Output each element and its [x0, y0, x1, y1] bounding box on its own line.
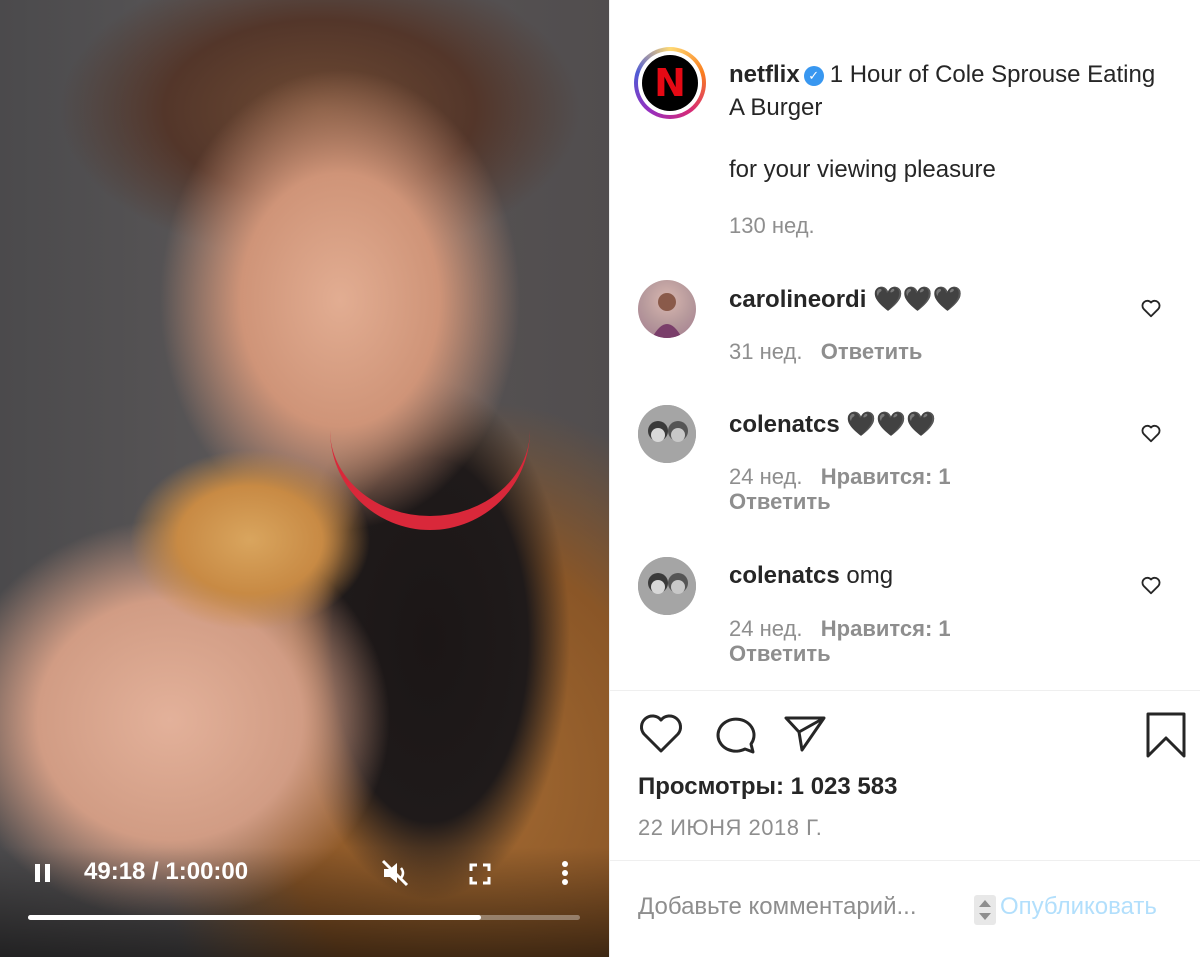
- video-player[interactable]: 49:18 / 1:00:00: [0, 0, 609, 957]
- view-count[interactable]: Просмотры: 1 023 583: [638, 773, 897, 801]
- publish-button[interactable]: Опубликовать: [1000, 893, 1157, 921]
- post-description: for your viewing pleasure: [729, 156, 996, 183]
- comment-input[interactable]: Добавьте комментарий...: [638, 893, 916, 921]
- post-username[interactable]: netflix: [729, 61, 800, 88]
- like-comment-heart-icon[interactable]: [1140, 422, 1162, 444]
- verified-badge-icon: ✓: [803, 66, 824, 86]
- comment-age[interactable]: 24 нед.: [729, 616, 802, 641]
- comment-text: 🖤🖤🖤: [873, 286, 963, 313]
- commenter-avatar[interactable]: [638, 280, 696, 338]
- share-paper-plane-icon[interactable]: [782, 712, 828, 754]
- more-vertical-icon: [562, 861, 568, 885]
- comment-age[interactable]: 24 нед.: [729, 464, 802, 489]
- save-bookmark-icon[interactable]: [1144, 712, 1188, 758]
- comment-bubble-icon[interactable]: [712, 712, 758, 754]
- comment-username[interactable]: carolineordi: [729, 286, 866, 313]
- comment-likes[interactable]: Нравится: 1: [821, 464, 951, 489]
- mute-toggle-button[interactable]: [378, 856, 412, 890]
- section-divider: [610, 690, 1200, 691]
- fullscreen-icon: [469, 863, 491, 885]
- post-date[interactable]: 22 ИЮНЯ 2018 Г.: [638, 815, 822, 841]
- comment-text: omg: [846, 562, 894, 589]
- fullscreen-button[interactable]: [466, 860, 494, 888]
- like-heart-icon[interactable]: [638, 712, 684, 754]
- comment-text: 🖤🖤🖤: [846, 411, 937, 438]
- comment-username[interactable]: colenatcs: [729, 411, 840, 438]
- post-actions: [638, 712, 1198, 762]
- reply-button[interactable]: Ответить: [821, 339, 923, 364]
- video-time-display: 49:18 / 1:00:00: [84, 858, 249, 885]
- comment-username[interactable]: colenatcs: [729, 562, 840, 589]
- comment-age[interactable]: 31 нед.: [729, 339, 802, 364]
- video-progress-fill: [28, 915, 481, 920]
- video-progress-bar[interactable]: [28, 915, 580, 920]
- like-comment-heart-icon[interactable]: [1140, 297, 1162, 319]
- post-caption: netflix ✓ 1 Hour of Cole Sprouse Eating A …: [729, 58, 1169, 124]
- input-spinner-icon: [974, 895, 996, 925]
- reply-button[interactable]: Ответить: [729, 489, 831, 514]
- netflix-logo-icon: N: [642, 55, 698, 111]
- pause-icon: [35, 864, 50, 882]
- reply-button[interactable]: Ответить: [729, 641, 831, 666]
- section-divider: [610, 860, 1200, 861]
- post-age[interactable]: 130 нед.: [729, 213, 815, 239]
- commenter-avatar[interactable]: [638, 405, 696, 463]
- video-frame-detail: [330, 410, 530, 530]
- pause-button[interactable]: [30, 860, 56, 886]
- muted-speaker-icon: [381, 859, 409, 887]
- video-more-options-button[interactable]: [556, 858, 574, 888]
- commenter-avatar[interactable]: [638, 557, 696, 615]
- like-comment-heart-icon[interactable]: [1140, 574, 1162, 596]
- netflix-avatar[interactable]: N: [634, 47, 706, 119]
- comment-likes[interactable]: Нравится: 1: [821, 616, 951, 641]
- post-detail-panel: N netflix ✓ 1 Hour of Cole Sprouse Eating …: [610, 0, 1200, 957]
